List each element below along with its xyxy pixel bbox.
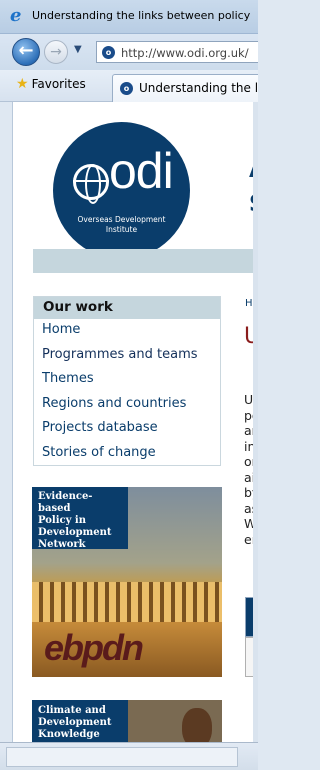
- ebpdn-label-line1: Evidence-based: [38, 491, 93, 514]
- cdkn-label-line2: Development: [38, 717, 112, 728]
- top-nav-bar: H: [33, 249, 258, 273]
- menu-item-regions-and-countries[interactable]: Regions and countries: [34, 393, 220, 418]
- ebpdn-label-line4: Network: [38, 539, 86, 550]
- address-bar[interactable]: o http://www.odi.org.uk/: [96, 41, 258, 63]
- menu-item-projects-database[interactable]: Projects database: [34, 417, 220, 442]
- favorites-label: Favorites: [31, 77, 86, 91]
- window-edge: [253, 102, 258, 742]
- tab-favicon-icon: o: [120, 82, 133, 95]
- menu-item-home[interactable]: Home: [34, 319, 220, 344]
- logo-subtitle-line1: Overseas Development: [77, 215, 166, 224]
- status-segment: [6, 747, 238, 767]
- menu-item-programmes-and-teams[interactable]: Programmes and teams: [34, 344, 220, 369]
- cdkn-promo-label: Climate and Development Knowledge: [32, 700, 128, 742]
- tab-label: Understanding the lin: [139, 81, 258, 95]
- globe-icon: [73, 164, 109, 204]
- status-bar: [0, 742, 258, 770]
- browser-tab[interactable]: o Understanding the lin: [112, 74, 258, 102]
- ebpdn-promo-banner[interactable]: Evidence-based Policy in Development Net…: [32, 487, 222, 677]
- our-work-menu: Our work Home Programmes and teams Theme…: [33, 296, 221, 466]
- ebpdn-logo: ebpdn: [44, 627, 144, 668]
- back-button[interactable]: ←: [12, 38, 40, 66]
- favorites-bar: ★ Favorites o Understanding the lin: [0, 70, 258, 102]
- address-url[interactable]: http://www.odi.org.uk/: [121, 46, 249, 60]
- menu-heading: Our work: [34, 297, 220, 319]
- menu-item-stories-of-change[interactable]: Stories of change: [34, 442, 220, 467]
- window-title: Understanding the links between policy: [32, 9, 251, 22]
- star-icon: ★: [16, 76, 29, 92]
- bridge-image: [32, 582, 222, 622]
- site-favicon-icon: o: [102, 46, 115, 59]
- ebpdn-promo-label: Evidence-based Policy in Development Net…: [32, 487, 128, 550]
- cdkn-label-line3: Knowledge: [38, 729, 100, 740]
- forward-button[interactable]: →: [44, 40, 68, 64]
- ebpdn-label-line3: Development: [38, 527, 112, 538]
- browser-window: e Understanding the links between policy…: [0, 0, 258, 770]
- page-content: odi Overseas Development Institute A S H…: [12, 102, 258, 742]
- cdkn-label-line1: Climate and: [38, 705, 106, 716]
- history-dropdown-icon[interactable]: ▼: [74, 44, 82, 55]
- logo-subtitle: Overseas Development Institute: [63, 215, 180, 235]
- logo-subtitle-line2: Institute: [105, 225, 138, 234]
- navigation-bar: ← → ▼ o http://www.odi.org.uk/: [0, 34, 258, 70]
- favorites-button[interactable]: ★ Favorites: [16, 76, 86, 96]
- logo-brand: odi: [109, 143, 174, 199]
- person-photo: [182, 708, 212, 742]
- menu-item-themes[interactable]: Themes: [34, 368, 220, 393]
- ebpdn-label-line2: Policy in: [38, 515, 86, 526]
- cdkn-promo-banner[interactable]: Climate and Development Knowledge: [32, 700, 222, 742]
- title-bar: e Understanding the links between policy: [0, 0, 258, 34]
- ie-logo-icon: e: [10, 5, 22, 26]
- odi-logo[interactable]: odi Overseas Development Institute: [53, 122, 190, 259]
